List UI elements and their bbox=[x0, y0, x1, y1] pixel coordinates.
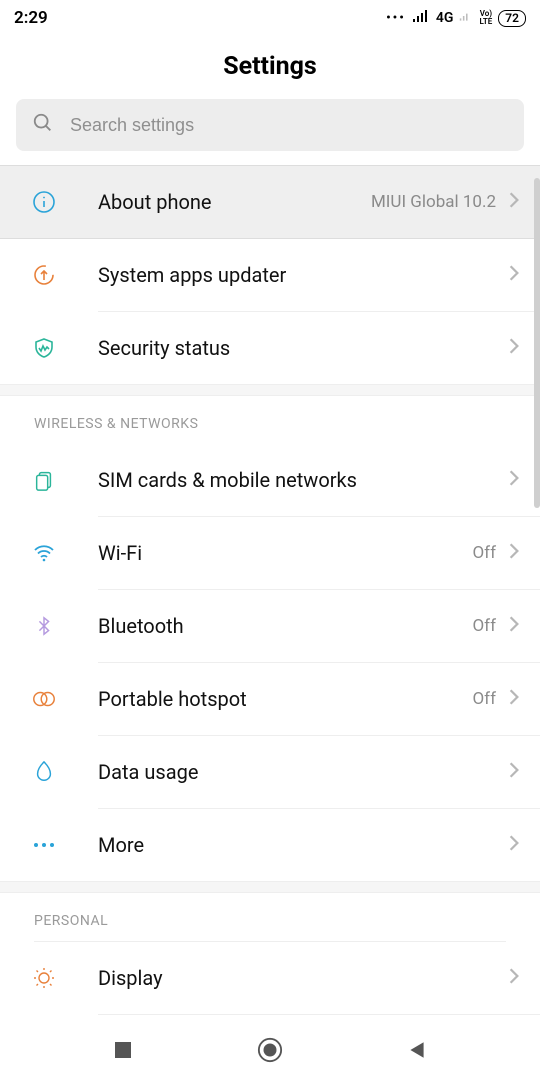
chevron-right-icon bbox=[508, 615, 520, 637]
chevron-right-icon bbox=[508, 469, 520, 491]
row-security-status[interactable]: Security status bbox=[0, 312, 540, 384]
section-header-wireless: WIRELESS & NETWORKS bbox=[0, 396, 540, 444]
row-label: SIM cards & mobile networks bbox=[98, 468, 508, 492]
chevron-right-icon bbox=[508, 191, 520, 213]
row-bluetooth[interactable]: Bluetooth Off bbox=[0, 590, 540, 662]
row-more[interactable]: More bbox=[0, 809, 540, 881]
status-right-cluster: ••• 4G Vo)LTE 72 bbox=[386, 9, 526, 27]
more-indicator-icon: ••• bbox=[386, 11, 406, 26]
chevron-right-icon bbox=[508, 264, 520, 286]
row-label: Portable hotspot bbox=[98, 687, 472, 711]
navigation-bar bbox=[0, 1020, 540, 1080]
chevron-right-icon bbox=[508, 688, 520, 710]
search-input[interactable] bbox=[70, 115, 508, 136]
display-icon bbox=[30, 966, 58, 990]
row-data-usage[interactable]: Data usage bbox=[0, 736, 540, 808]
row-portable-hotspot[interactable]: Portable hotspot Off bbox=[0, 663, 540, 735]
more-icon bbox=[30, 840, 58, 850]
battery-indicator: 72 bbox=[498, 10, 526, 27]
row-wifi[interactable]: Wi-Fi Off bbox=[0, 517, 540, 589]
home-button[interactable] bbox=[257, 1037, 283, 1063]
wifi-icon bbox=[30, 541, 58, 565]
data-usage-icon bbox=[30, 760, 58, 784]
row-sim-cards[interactable]: SIM cards & mobile networks bbox=[0, 444, 540, 516]
row-label: More bbox=[98, 833, 508, 857]
signal-secondary-icon bbox=[459, 10, 473, 26]
row-label: System apps updater bbox=[98, 263, 508, 287]
row-value: Off bbox=[472, 543, 496, 563]
chevron-right-icon bbox=[508, 542, 520, 564]
bluetooth-icon bbox=[30, 614, 58, 638]
scrollbar[interactable] bbox=[534, 178, 540, 508]
chevron-right-icon bbox=[508, 337, 520, 359]
section-header-personal: PERSONAL bbox=[0, 893, 540, 941]
network-type: 4G bbox=[436, 10, 454, 26]
row-value: MIUI Global 10.2 bbox=[371, 192, 496, 212]
row-display[interactable]: Display bbox=[0, 942, 540, 1014]
info-icon bbox=[30, 190, 58, 214]
chevron-right-icon bbox=[508, 967, 520, 989]
row-label: Wi-Fi bbox=[98, 541, 472, 565]
sim-icon bbox=[30, 469, 58, 491]
row-value: Off bbox=[472, 689, 496, 709]
status-time: 2:29 bbox=[14, 8, 48, 28]
back-button[interactable] bbox=[404, 1037, 430, 1063]
shield-icon bbox=[30, 336, 58, 360]
chevron-right-icon bbox=[508, 834, 520, 856]
search-icon bbox=[32, 112, 54, 138]
recents-button[interactable] bbox=[110, 1037, 136, 1063]
page-title: Settings bbox=[0, 36, 540, 99]
hotspot-icon bbox=[30, 688, 58, 710]
row-label: Security status bbox=[98, 336, 508, 360]
chevron-right-icon bbox=[508, 761, 520, 783]
volte-label: Vo)LTE bbox=[479, 10, 492, 26]
row-label: Bluetooth bbox=[98, 614, 472, 638]
signal-icon bbox=[412, 9, 430, 27]
search-bar[interactable] bbox=[16, 99, 524, 151]
row-value: Off bbox=[472, 616, 496, 636]
status-bar: 2:29 ••• 4G Vo)LTE 72 bbox=[0, 0, 540, 36]
row-label: Data usage bbox=[98, 760, 508, 784]
row-label: About phone bbox=[98, 190, 371, 214]
row-system-apps-updater[interactable]: System apps updater bbox=[0, 239, 540, 311]
row-label: Display bbox=[98, 966, 508, 990]
row-about-phone[interactable]: About phone MIUI Global 10.2 bbox=[0, 166, 540, 238]
updater-icon bbox=[30, 263, 58, 287]
